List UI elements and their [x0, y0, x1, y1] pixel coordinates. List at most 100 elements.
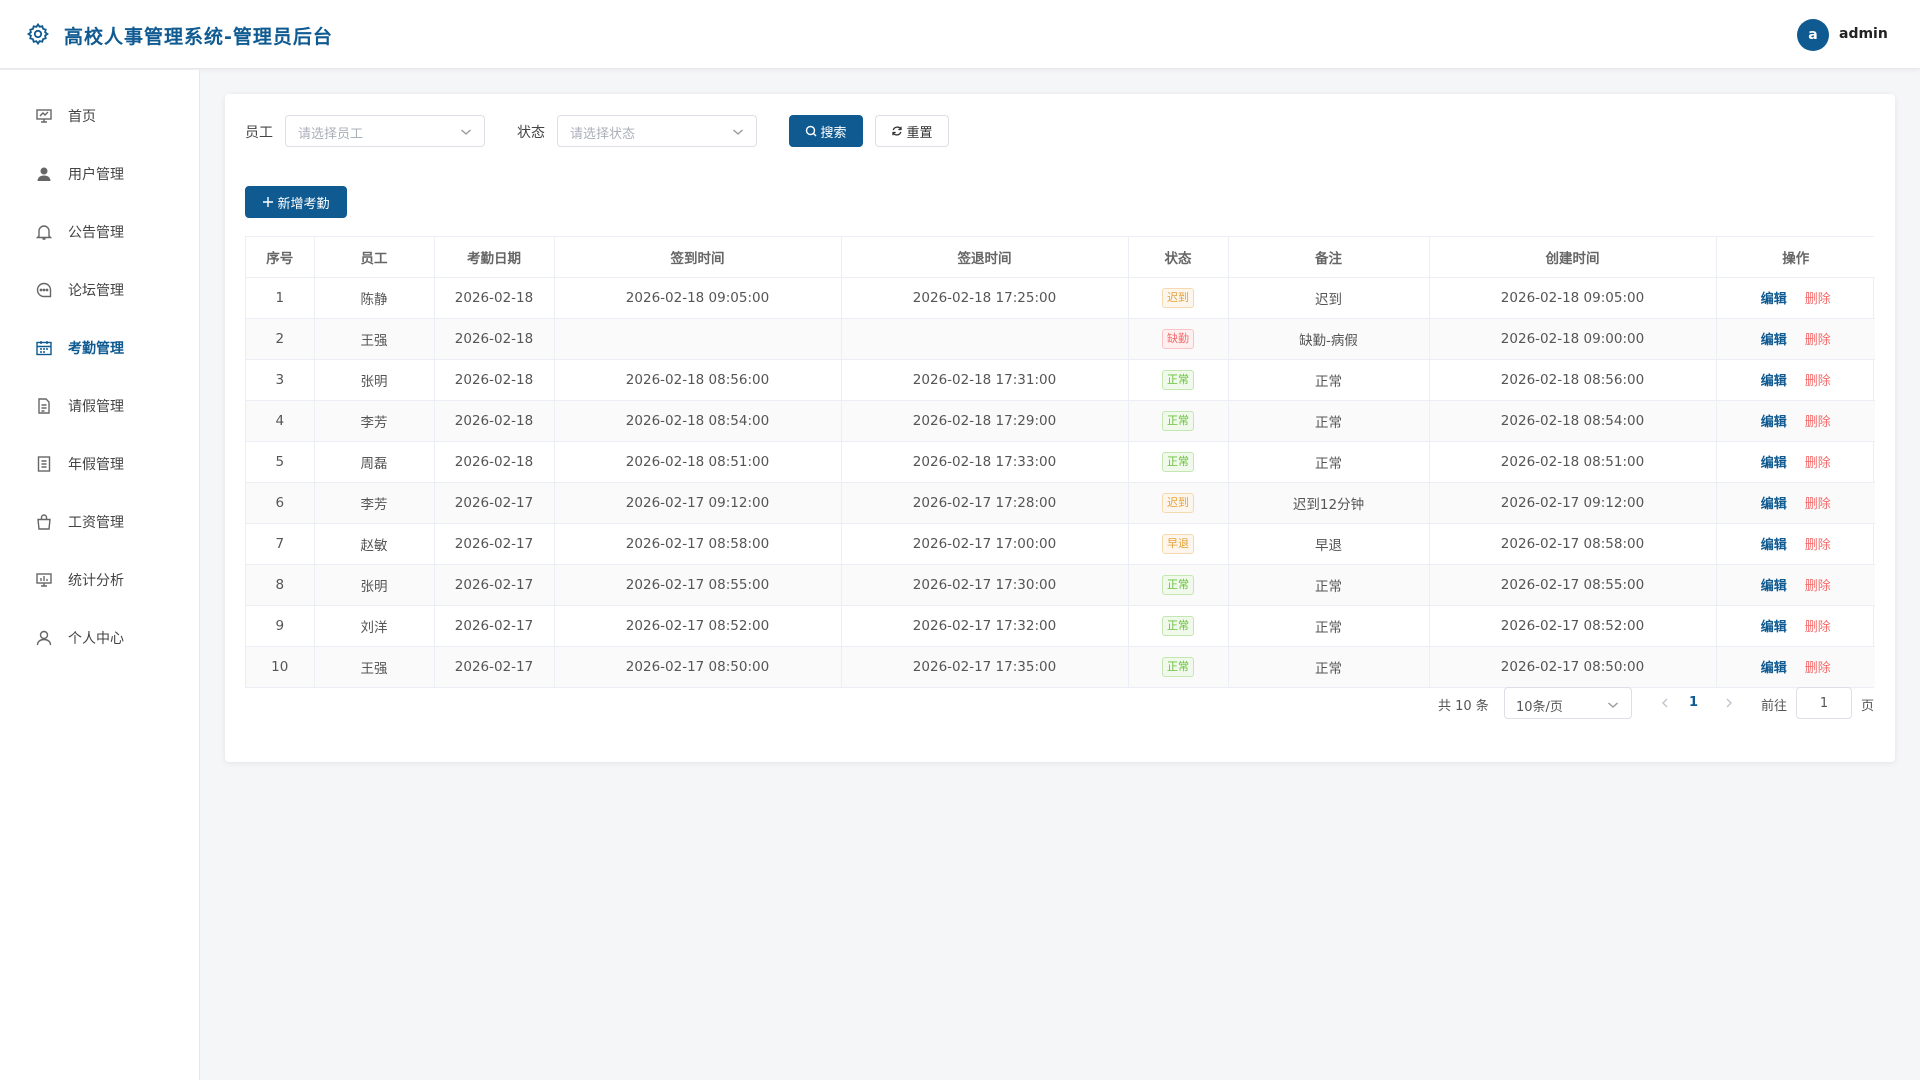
- cell-date: 2026-02-18: [434, 277, 555, 319]
- sidebar-item-leave[interactable]: 请假管理: [0, 382, 199, 430]
- prev-page-icon[interactable]: [1657, 693, 1673, 713]
- actions-cell: 编辑 删除: [1716, 277, 1875, 319]
- sidebar-item-forum[interactable]: 论坛管理: [0, 266, 199, 314]
- status-select-placeholder: 请选择状态: [570, 127, 636, 142]
- cell-remark: 正常: [1228, 564, 1430, 606]
- table-row: 7 赵敏 2026-02-17 2026-02-17 08:58:00 2026-02-…: [246, 523, 1875, 565]
- actions-cell: 编辑 删除: [1716, 359, 1875, 401]
- username[interactable]: admin: [1839, 26, 1888, 42]
- table-header-row: 序号 员工 考勤日期 签到时间 签退时间 状态 备注 创建时间 操作: [246, 237, 1875, 278]
- cell-check-in: 2026-02-18 09:05:00: [554, 277, 842, 319]
- delete-button[interactable]: 删除: [1805, 456, 1831, 471]
- status-badge: 早退: [1162, 533, 1194, 554]
- status-filter-label: 状态: [517, 125, 545, 141]
- delete-button[interactable]: 删除: [1805, 620, 1831, 635]
- delete-button[interactable]: 删除: [1805, 497, 1831, 512]
- next-page-icon[interactable]: [1721, 693, 1737, 713]
- edit-button[interactable]: 编辑: [1761, 415, 1787, 430]
- cell-date: 2026-02-17: [434, 605, 555, 647]
- status-select[interactable]: 请选择状态: [557, 115, 757, 147]
- cell-employee: 周磊: [314, 441, 435, 483]
- delete-button[interactable]: 删除: [1805, 374, 1831, 389]
- cell-date: 2026-02-17: [434, 564, 555, 606]
- cell-check-in: 2026-02-17 08:52:00: [554, 605, 842, 647]
- actions-cell: 编辑 删除: [1716, 523, 1875, 565]
- edit-button[interactable]: 编辑: [1761, 456, 1787, 471]
- column-header: 创建时间: [1429, 237, 1717, 278]
- avatar[interactable]: a: [1797, 19, 1829, 51]
- chart-icon: [36, 573, 52, 587]
- cell-check-in: 2026-02-18 08:54:00: [554, 400, 842, 442]
- table-row: 5 周磊 2026-02-18 2026-02-18 08:51:00 2026-02-…: [246, 441, 1875, 483]
- table-row: 2 王强 2026-02-18 缺勤 缺勤-病假 2026-02-18 09:00:00 编…: [246, 318, 1875, 360]
- search-button[interactable]: 搜索: [789, 115, 863, 147]
- sidebar-item-home[interactable]: 首页: [0, 92, 199, 140]
- cell-remark: 迟到12分钟: [1228, 482, 1430, 524]
- actions-cell: 编辑 删除: [1716, 318, 1875, 360]
- edit-button[interactable]: 编辑: [1761, 538, 1787, 553]
- delete-button[interactable]: 删除: [1805, 415, 1831, 430]
- calendar-icon: [36, 341, 52, 356]
- cell-created: 2026-02-18 09:00:00: [1429, 318, 1717, 360]
- status-cell: 缺勤: [1128, 318, 1229, 360]
- sidebar-item-attendance[interactable]: 考勤管理: [0, 324, 199, 372]
- sidebar-item-label: 用户管理: [68, 167, 124, 183]
- cell-employee: 王强: [314, 646, 435, 687]
- goto-page-input[interactable]: [1796, 687, 1852, 719]
- cell-created: 2026-02-17 08:55:00: [1429, 564, 1717, 606]
- cell-employee: 李芳: [314, 400, 435, 442]
- document-icon: [38, 398, 50, 414]
- cell-check-in: 2026-02-18 08:56:00: [554, 359, 842, 401]
- sidebar-item-label: 工资管理: [68, 515, 124, 531]
- table-row: 8 张明 2026-02-17 2026-02-17 08:55:00 2026-02-…: [246, 564, 1875, 606]
- sidebar-item-salary[interactable]: 工资管理: [0, 498, 199, 546]
- delete-button[interactable]: 删除: [1805, 661, 1831, 676]
- edit-button[interactable]: 编辑: [1761, 292, 1787, 307]
- sidebar-item-statistics[interactable]: 统计分析: [0, 556, 199, 604]
- search-icon: [806, 125, 817, 137]
- cell-check-in: [554, 318, 842, 360]
- delete-button[interactable]: 删除: [1805, 538, 1831, 553]
- cell-no: 6: [246, 482, 315, 524]
- current-page-number[interactable]: 1: [1689, 695, 1698, 710]
- edit-button[interactable]: 编辑: [1761, 374, 1787, 389]
- sidebar-item-label: 论坛管理: [68, 283, 124, 299]
- delete-button[interactable]: 删除: [1805, 292, 1831, 307]
- sidebar-item-annual-leave[interactable]: 年假管理: [0, 440, 199, 488]
- add-attendance-button[interactable]: 新增考勤: [245, 186, 347, 218]
- edit-button[interactable]: 编辑: [1761, 333, 1787, 348]
- sidebar-item-profile[interactable]: 个人中心: [0, 614, 199, 662]
- cell-created: 2026-02-18 08:54:00: [1429, 400, 1717, 442]
- employee-select-placeholder: 请选择员工: [298, 127, 364, 142]
- cell-check-out: 2026-02-17 17:28:00: [841, 482, 1129, 524]
- sidebar-item-label: 考勤管理: [68, 341, 124, 357]
- chat-icon: [36, 282, 52, 298]
- cell-check-out: [841, 318, 1129, 360]
- cell-no: 10: [246, 646, 315, 687]
- cell-remark: 正常: [1228, 400, 1430, 442]
- edit-button[interactable]: 编辑: [1761, 579, 1787, 594]
- cell-check-out: 2026-02-17 17:35:00: [841, 646, 1129, 687]
- edit-button[interactable]: 编辑: [1761, 620, 1787, 635]
- delete-button[interactable]: 删除: [1805, 579, 1831, 594]
- sidebar-item-notices[interactable]: 公告管理: [0, 208, 199, 256]
- cell-check-out: 2026-02-17 17:32:00: [841, 605, 1129, 647]
- cell-no: 1: [246, 277, 315, 319]
- chevron-down-icon: [733, 129, 743, 135]
- cell-no: 5: [246, 441, 315, 483]
- table-row: 6 李芳 2026-02-17 2026-02-17 09:12:00 2026-02-…: [246, 482, 1875, 524]
- page-suffix-label: 页: [1861, 699, 1875, 714]
- edit-button[interactable]: 编辑: [1761, 661, 1787, 676]
- actions-cell: 编辑 删除: [1716, 441, 1875, 483]
- cell-created: 2026-02-17 08:52:00: [1429, 605, 1717, 647]
- reset-button[interactable]: 重置: [875, 115, 949, 147]
- edit-button[interactable]: 编辑: [1761, 497, 1787, 512]
- sidebar-item-users[interactable]: 用户管理: [0, 150, 199, 198]
- employee-select[interactable]: 请选择员工: [285, 115, 485, 147]
- page-size-select[interactable]: 10条/页: [1504, 687, 1632, 719]
- delete-button[interactable]: 删除: [1805, 333, 1831, 348]
- gear-icon: [26, 22, 49, 46]
- cell-remark: 正常: [1228, 359, 1430, 401]
- actions-cell: 编辑 删除: [1716, 400, 1875, 442]
- column-header: 考勤日期: [434, 237, 555, 278]
